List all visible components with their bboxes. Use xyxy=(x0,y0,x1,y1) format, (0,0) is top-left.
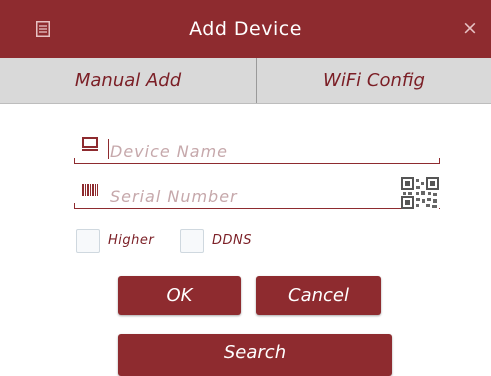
higher-label: Higher xyxy=(108,233,155,248)
monitor-icon xyxy=(82,136,98,155)
device-name-placeholder: Device Name xyxy=(110,142,229,161)
close-icon[interactable]: × xyxy=(462,19,478,38)
text-cursor xyxy=(108,139,109,159)
field-tick-left xyxy=(74,158,75,164)
ddns-label: DDNS xyxy=(212,233,252,248)
device-name-field[interactable]: Device Name xyxy=(74,133,440,164)
barcode-icon xyxy=(82,181,98,200)
tab-wifi-config[interactable]: WiFi Config xyxy=(256,58,491,103)
field-tick-left xyxy=(74,203,75,209)
qr-code-icon[interactable] xyxy=(401,177,439,209)
ddns-checkbox[interactable] xyxy=(180,229,204,253)
tab-bar: Manual Add WiFi Config xyxy=(0,58,491,104)
higher-checkbox[interactable] xyxy=(76,229,100,253)
field-tick-right xyxy=(439,158,440,164)
ok-button[interactable]: OK xyxy=(118,276,241,315)
cancel-button[interactable]: Cancel xyxy=(256,276,381,315)
serial-number-placeholder: Serial Number xyxy=(110,187,238,206)
tab-manual-add[interactable]: Manual Add xyxy=(0,58,256,103)
search-button[interactable]: Search xyxy=(118,334,392,376)
serial-number-field[interactable]: Serial Number xyxy=(74,178,440,209)
dialog-title: Add Device xyxy=(189,18,302,40)
